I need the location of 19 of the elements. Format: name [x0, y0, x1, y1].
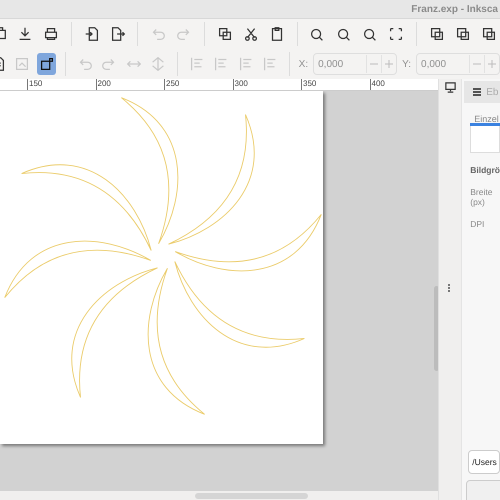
- ruler-label: 200: [96, 79, 164, 90]
- ruler-label: 300: [232, 79, 301, 90]
- selection-button[interactable]: [36, 53, 56, 75]
- window-title: Franz.exp - Inksca: [411, 4, 498, 14]
- import-icon: [82, 25, 100, 43]
- subtab[interactable]: Einzel: [470, 114, 499, 124]
- panel-tab[interactable]: Eb: [464, 81, 500, 103]
- ruler-label: 150: [27, 79, 96, 90]
- ruler-label: 250: [164, 79, 232, 90]
- panel-handle[interactable]: [448, 284, 452, 292]
- coordinate-label: Y:: [402, 58, 412, 70]
- scrollbar[interactable]: [195, 493, 308, 499]
- path-field[interactable]: /Users: [468, 450, 500, 474]
- section-heading: Bildgrö: [470, 165, 500, 175]
- coordinate-label: X:: [298, 58, 308, 70]
- monitor-icon[interactable]: [444, 81, 457, 94]
- field-label: DPI: [470, 219, 486, 229]
- field-label: Breite (px): [470, 187, 494, 207]
- ruler-label: 350: [301, 79, 370, 90]
